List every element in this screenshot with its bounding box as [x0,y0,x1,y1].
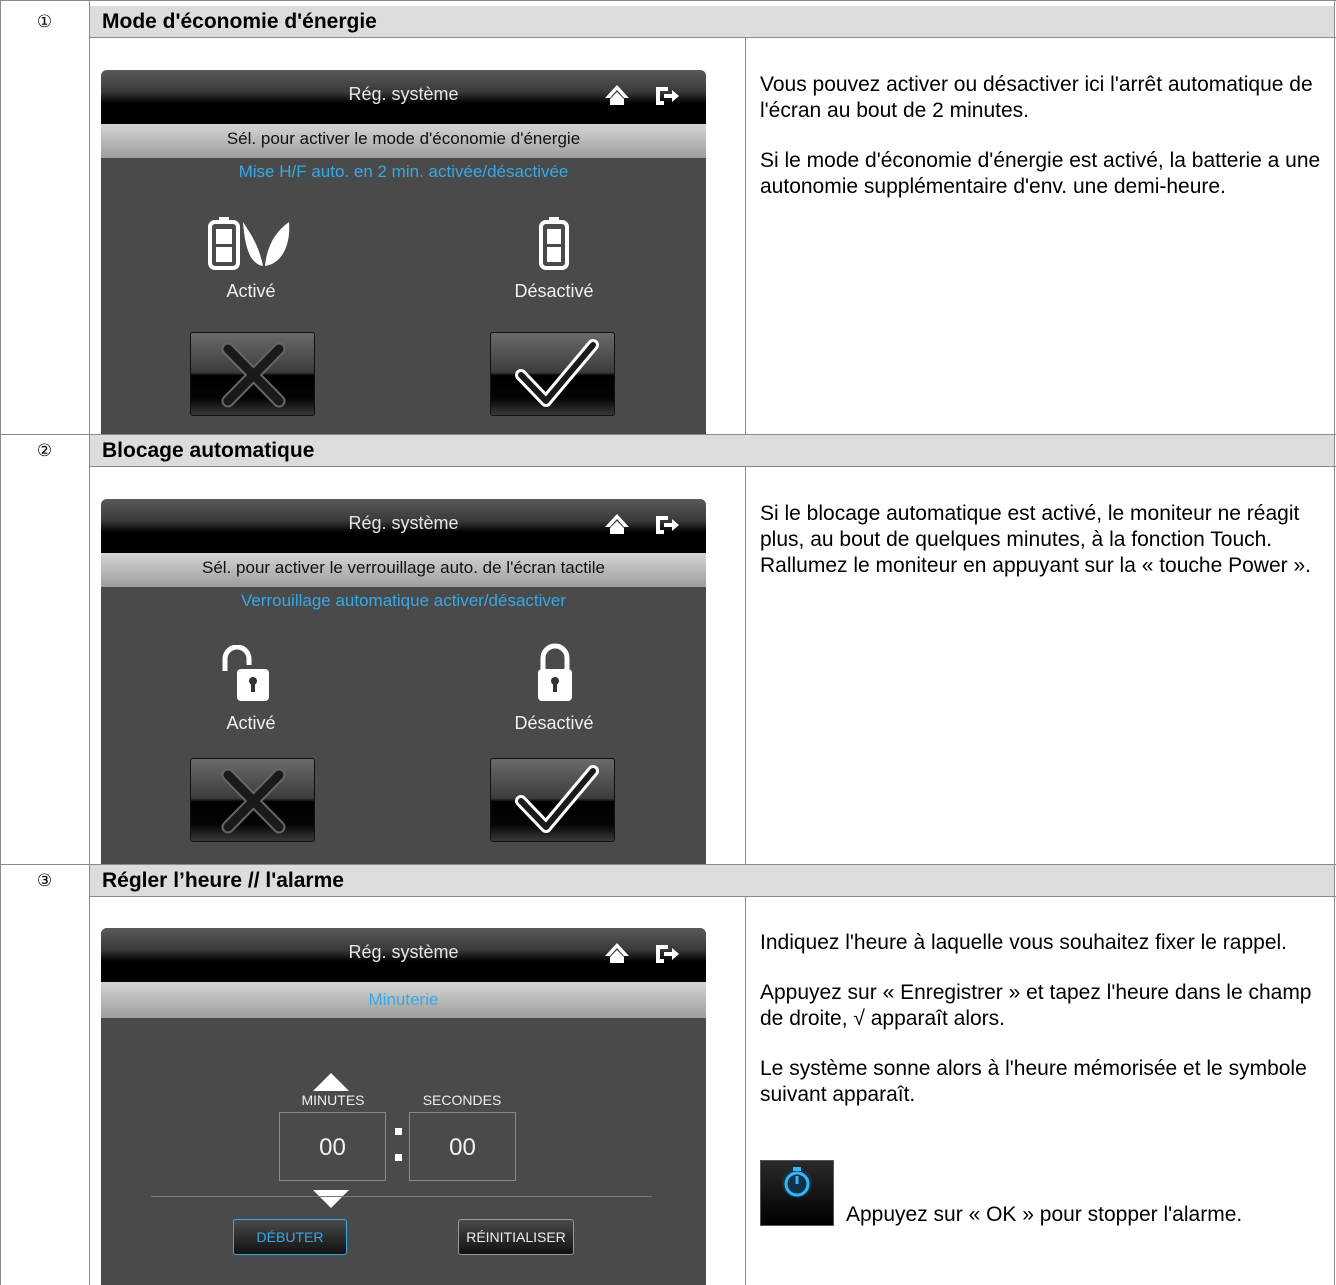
header-underline [90,896,1336,897]
home-icon[interactable] [604,84,630,106]
battery-leaf-icon[interactable] [207,216,291,272]
section-description: Si le blocage automatique est activé, le… [760,501,1330,603]
description-paragraph: Indiquez l'heure à laquelle vous souhait… [760,931,1288,954]
exit-icon[interactable] [654,84,680,106]
cross-icon [221,768,286,834]
checkmark-icon [515,765,599,833]
home-icon[interactable] [604,513,630,535]
section-number: ② [36,441,53,460]
description-paragraph: Appuyez sur « OK » pour stopper l'alarme… [846,1203,1243,1226]
decrease-arrow-icon[interactable] [313,1190,349,1208]
section-description-tail: Appuyez sur « OK » pour stopper l'alarme… [760,1202,1330,1228]
description-paragraph: Vous pouvez activer ou désactiver ici l'… [760,73,1313,122]
cancel-button[interactable] [190,758,315,842]
minutes-label: MINUTES [301,1092,365,1108]
reset-button[interactable]: RÉINITIALISER [458,1219,574,1255]
screen-instruction: Sél. pour activer le verrouillage auto. … [202,558,605,577]
seconds-field[interactable]: 00 [409,1112,516,1181]
option-label-on: Activé [226,713,276,733]
exit-icon[interactable] [654,513,680,535]
minutes-field[interactable]: 00 [279,1112,386,1181]
screen-title-bar: Rég. système [101,70,706,124]
colon-dot-bottom [395,1154,402,1161]
seconds-label: SECONDES [422,1092,502,1108]
unlocked-padlock-icon[interactable] [219,645,273,705]
description-column-divider [745,467,746,864]
section-description: Vous pouvez activer ou désactiver ici l'… [760,72,1330,224]
screen-instruction: Sél. pour activer le mode d'économie d'é… [226,129,581,148]
option-label-on: Activé [226,281,276,301]
exit-icon[interactable] [654,942,680,964]
description-column-divider [745,897,746,1285]
cross-icon [221,342,286,408]
option-label-off: Désactivé [514,281,594,301]
section-number: ① [36,12,53,31]
confirm-button[interactable] [490,332,615,416]
screen-title-bar: Rég. système [101,499,706,553]
screen-title-bar: Rég. système [101,928,706,982]
cancel-button[interactable] [190,332,315,416]
start-button[interactable]: DÉBUTER [233,1219,347,1255]
description-paragraph: Si le blocage automatique est activé, le… [760,502,1311,577]
section-title: Blocage automatique [102,439,315,462]
screen-subtitle: Mise H/F auto. en 2 min. activée/désacti… [238,162,569,181]
screen-subtitle: Minuterie [368,990,439,1009]
number-column-divider [89,0,90,1285]
home-icon[interactable] [604,942,630,964]
header-underline [90,466,1336,467]
table-border-right [1334,0,1335,1285]
section-title: Régler l’heure // l'alarme [102,869,344,892]
locked-padlock-icon[interactable] [535,641,575,705]
device-screen-auto-lock: Rég. système Sél. pour activer le verrou… [101,499,706,864]
header-underline [90,37,1336,38]
section-description: Indiquez l'heure à laquelle vous souhait… [760,930,1330,1108]
section-title: Mode d'économie d'énergie [102,10,377,33]
option-label-off: Désactivé [514,713,594,733]
device-screen-power-saving: Rég. système Sél. pour activer le mode d… [101,70,706,434]
device-screen-timer: Rég. système Minuterie MINUTES SECONDES … [101,928,706,1285]
checkmark-icon [515,339,599,407]
description-paragraph: Appuyez sur « Enregistrer » et tapez l'h… [760,981,1312,1030]
battery-icon[interactable] [538,216,570,272]
document-page: ① Mode d'économie d'énergie Rég. système… [0,0,1336,1285]
table-border-top [0,0,1336,1]
colon-dot-top [395,1128,402,1135]
table-border-left [0,0,1,1285]
description-column-divider [745,38,746,434]
increase-arrow-icon[interactable] [313,1073,349,1091]
description-paragraph: Si le mode d'économie d'énergie est acti… [760,149,1321,198]
section-number: ③ [36,871,53,890]
description-paragraph: Le système sonne alors à l'heure mémoris… [760,1057,1307,1106]
divider [151,1196,652,1197]
confirm-button[interactable] [490,758,615,842]
screen-subtitle: Verrouillage automatique activer/désacti… [240,591,567,610]
